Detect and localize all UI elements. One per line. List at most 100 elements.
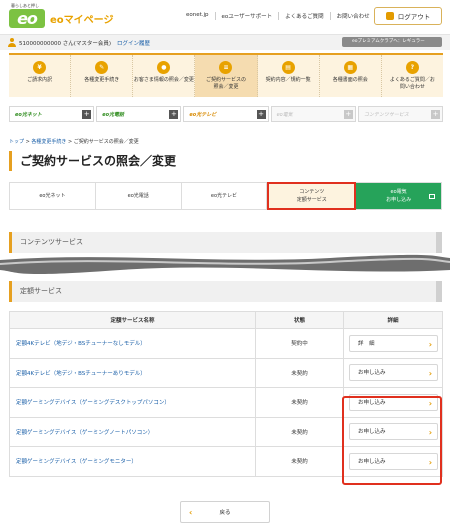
chevron-right-icon: › bbox=[428, 339, 432, 349]
service-tab-label: eo光テレビ bbox=[189, 111, 217, 118]
action-cell: お申し込み › bbox=[343, 387, 443, 418]
tab-eo-tv[interactable]: eo光テレビ bbox=[182, 183, 268, 209]
service-tab[interactable]: eo光ネット + bbox=[9, 106, 95, 122]
menu-item[interactable]: ≡ ご契約サービスの 照会／変更 bbox=[195, 55, 258, 97]
service-status: 未契約 bbox=[255, 416, 344, 447]
user-name: 510000000000 さん(マスター会員) bbox=[19, 41, 112, 47]
menu-item[interactable]: ¥ ご請求内訳 bbox=[9, 55, 72, 97]
table-row: 定額4Kテレビ（地デジ・BSチューナーありモデル） 未契約 お申し込み › bbox=[9, 357, 443, 388]
service-tab[interactable]: eo電気 + bbox=[270, 106, 356, 122]
service-tabs: eo光ネット + eo光電話 + eo光テレビ + eo電気 + コンテンツサービス + bbox=[9, 106, 444, 122]
menu-item[interactable]: ● お客さま情報の照会／変更 bbox=[133, 55, 196, 97]
section-fixed-service: 定額サービス bbox=[9, 281, 442, 302]
tab-eo-net[interactable]: eo光ネット bbox=[10, 183, 96, 209]
action-cell: お申し込み › bbox=[343, 357, 443, 388]
service-table: 定額サービス名称 状態 詳細 定額4Kテレビ（地デジ・BSチューナーなしモデル）… bbox=[9, 311, 443, 477]
service-name-link[interactable]: 定額4Kテレビ（地デジ・BSチューナーありモデル） bbox=[9, 357, 256, 388]
plus-icon[interactable]: + bbox=[343, 110, 353, 119]
tab-eo-denki[interactable]: eo電気 お申し込み bbox=[356, 183, 441, 209]
menu-item[interactable]: ✎ 各種変更手続き bbox=[71, 55, 134, 97]
tab-eo-denki-label: eo電気 お申し込み bbox=[386, 189, 412, 203]
service-status: 未契約 bbox=[255, 446, 344, 477]
logout-button[interactable]: ログアウト bbox=[374, 7, 442, 25]
external-link-icon bbox=[428, 194, 435, 199]
service-tab-label: コンテンツサービス bbox=[363, 111, 409, 118]
edit-icon: ✎ bbox=[95, 61, 109, 74]
apply-button[interactable]: お申し込み › bbox=[349, 393, 438, 411]
table-row: 定額ゲーミングデバイス（ゲーミングノートパソコン） 未契約 お申し込み › bbox=[9, 416, 443, 447]
chevron-left-icon: ‹ bbox=[189, 508, 193, 517]
breadcrumb: トップ > 各種変更手続き > ご契約サービスの照会／変更 bbox=[9, 139, 139, 145]
table-row: 定額ゲーミングデバイス（ゲーミングデスクトップパソコン） 未契約 お申し込み › bbox=[9, 387, 443, 418]
menu-item-label: 契約内容／規約一覧 bbox=[265, 77, 311, 83]
plus-icon[interactable]: + bbox=[169, 110, 179, 119]
menu-item-label: 各種変更手続き bbox=[84, 77, 120, 83]
apply-button[interactable]: お申し込み › bbox=[349, 452, 438, 470]
service-tab-label: eo光電話 bbox=[102, 111, 125, 118]
service-tab-label: eo光ネット bbox=[15, 111, 42, 118]
col-header-status: 状態 bbox=[255, 311, 344, 329]
menu-item[interactable]: ▤ 契約内容／規約一覧 bbox=[258, 55, 320, 97]
service-name-link[interactable]: 定額ゲーミングデバイス（ゲーミングモニター） bbox=[9, 446, 256, 477]
service-status: 契約中 bbox=[255, 328, 344, 359]
apply-button[interactable]: お申し込み › bbox=[349, 364, 438, 382]
menu-item-label: お客さま情報の照会／変更 bbox=[133, 77, 194, 83]
document-icon: ▦ bbox=[343, 61, 357, 74]
menu-item[interactable]: ? よくあるご質問／お 問い合わせ bbox=[382, 55, 443, 97]
service-name-link[interactable]: 定額ゲーミングデバイス（ゲーミングノートパソコン） bbox=[9, 416, 256, 447]
question-icon: ? bbox=[405, 61, 419, 74]
menu-item-label: よくあるご質問／お 問い合わせ bbox=[389, 77, 435, 90]
site-header: 暮らしあと押し eo eoマイページ eonet.jp eoユーザーサポート よ… bbox=[0, 0, 450, 34]
service-name-link[interactable]: 定額4Kテレビ（地デジ・BSチューナーなしモデル） bbox=[9, 328, 256, 359]
top-link-eonet[interactable]: eonet.jp bbox=[180, 12, 215, 20]
contract-icon: ▤ bbox=[281, 61, 295, 74]
detail-button[interactable]: 詳 細 › bbox=[349, 334, 438, 352]
plus-icon[interactable]: + bbox=[431, 110, 441, 119]
table-header-row: 定額サービス名称 状態 詳細 bbox=[9, 311, 443, 329]
user-icon bbox=[8, 38, 16, 47]
top-link-faq[interactable]: よくあるご質問 bbox=[278, 12, 330, 20]
service-status: 未契約 bbox=[255, 357, 344, 388]
service-tab[interactable]: eo光テレビ + bbox=[183, 106, 269, 122]
col-header-name: 定額サービス名称 bbox=[9, 311, 256, 329]
top-nav: eonet.jp eoユーザーサポート よくあるご質問 お問い合わせ bbox=[180, 12, 376, 20]
premium-club-badge[interactable]: eoプレミアムクラブへ：レギュラー bbox=[342, 37, 442, 47]
eo-logo[interactable]: eo bbox=[9, 9, 45, 28]
table-row: 定額ゲーミングデバイス（ゲーミングモニター） 未契約 お申し込み › bbox=[9, 446, 443, 477]
service-tab-label: eo電気 bbox=[276, 111, 293, 118]
tab-eo-phone[interactable]: eo光電話 bbox=[96, 183, 182, 209]
app-name[interactable]: eoマイページ bbox=[50, 11, 113, 26]
menu-item-label: ご契約サービスの 照会／変更 bbox=[205, 77, 246, 90]
category-tabs: eo光ネット eo光電話 eo光テレビ コンテンツ 定額サービス eo電気 お申… bbox=[9, 182, 442, 210]
yen-icon: ¥ bbox=[33, 61, 47, 74]
logout-label: ログアウト bbox=[397, 13, 431, 21]
person-icon: ● bbox=[157, 61, 171, 74]
logout-icon bbox=[385, 12, 394, 20]
back-button[interactable]: ‹ 戻る bbox=[180, 501, 270, 523]
breadcrumb-procedures[interactable]: 各種変更手続き bbox=[31, 139, 66, 145]
action-label: お申し込み bbox=[358, 370, 386, 377]
action-label: お申し込み bbox=[358, 399, 386, 406]
top-link-support[interactable]: eoユーザーサポート bbox=[214, 12, 279, 20]
menu-item-label: 各種書面の照会 bbox=[332, 77, 368, 83]
top-link-contact[interactable]: お問い合わせ bbox=[329, 12, 376, 20]
menu-item[interactable]: ▦ 各種書面の照会 bbox=[320, 55, 382, 97]
tab-content-fixed[interactable]: コンテンツ 定額サービス bbox=[267, 182, 357, 210]
login-history-link[interactable]: ログイン履歴 bbox=[117, 39, 150, 47]
service-tab[interactable]: eo光電話 + bbox=[96, 106, 182, 122]
apply-button[interactable]: お申し込み › bbox=[349, 423, 438, 441]
chevron-right-icon: › bbox=[428, 457, 432, 467]
breadcrumb-top[interactable]: トップ bbox=[9, 139, 24, 145]
service-tab[interactable]: コンテンツサービス + bbox=[357, 106, 444, 122]
plus-icon[interactable]: + bbox=[82, 110, 92, 119]
action-cell: 詳 細 › bbox=[343, 328, 443, 359]
page-title: ご契約サービスの照会／変更 bbox=[9, 151, 442, 171]
chevron-right-icon: › bbox=[428, 428, 432, 438]
service-status: 未契約 bbox=[255, 387, 344, 418]
col-header-detail: 詳細 bbox=[343, 311, 443, 329]
plus-icon[interactable]: + bbox=[256, 110, 266, 119]
action-label: 詳 細 bbox=[358, 340, 375, 347]
wave-divider bbox=[0, 254, 450, 275]
chevron-right-icon: › bbox=[428, 369, 432, 379]
service-name-link[interactable]: 定額ゲーミングデバイス（ゲーミングデスクトップパソコン） bbox=[9, 387, 256, 418]
